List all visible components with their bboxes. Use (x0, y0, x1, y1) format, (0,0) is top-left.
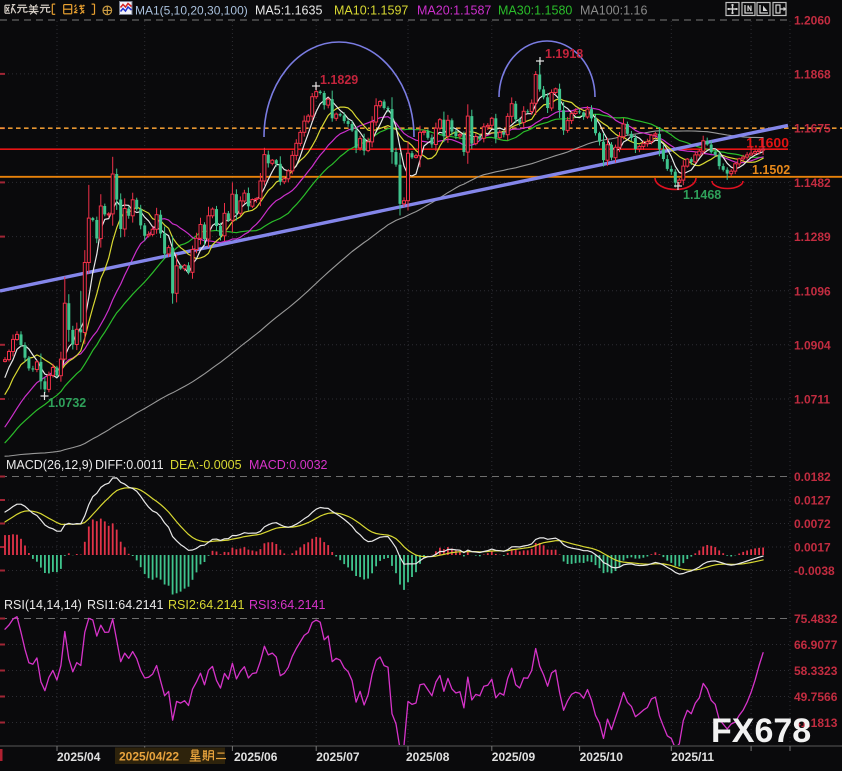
svg-text:RSI2:64.2141: RSI2:64.2141 (168, 598, 244, 612)
svg-text:2025/11: 2025/11 (671, 750, 714, 764)
svg-text:2025/06: 2025/06 (234, 750, 278, 764)
svg-text:-0.0038: -0.0038 (794, 564, 835, 578)
svg-text:DIFF:0.0011: DIFF:0.0011 (95, 458, 164, 472)
svg-text:1.1096: 1.1096 (794, 284, 831, 298)
svg-text:1.2060: 1.2060 (794, 14, 831, 28)
svg-text:2025/07: 2025/07 (316, 750, 360, 764)
svg-text:1.0732: 1.0732 (48, 396, 86, 410)
svg-text:1.1918: 1.1918 (545, 47, 583, 61)
svg-text:49.7566: 49.7566 (794, 690, 838, 704)
svg-text:1.1829: 1.1829 (320, 73, 358, 87)
svg-text:1.1289: 1.1289 (794, 230, 831, 244)
svg-text:1.1502: 1.1502 (752, 163, 790, 177)
svg-text:2025/04: 2025/04 (57, 750, 101, 764)
svg-text:58.3323: 58.3323 (794, 664, 838, 678)
svg-text:1.1675: 1.1675 (794, 122, 831, 136)
svg-text:1.1468: 1.1468 (683, 188, 721, 202)
svg-text:MA1(5,10,20,30,100): MA1(5,10,20,30,100) (135, 4, 248, 18)
svg-text:RSI1:64.2141: RSI1:64.2141 (87, 598, 163, 612)
svg-text:MACD(26,12,9): MACD(26,12,9) (6, 458, 93, 472)
svg-text:1.0904: 1.0904 (794, 338, 831, 352)
svg-text:1.1600: 1.1600 (746, 135, 789, 151)
svg-text:MA20:1.1587: MA20:1.1587 (417, 4, 491, 18)
svg-text:MA100:1.16: MA100:1.16 (580, 4, 647, 18)
svg-text:2025/09: 2025/09 (492, 750, 536, 764)
svg-text:0.0127: 0.0127 (794, 493, 831, 507)
svg-text:DEA:-0.0005: DEA:-0.0005 (170, 458, 242, 472)
svg-text:MACD:0.0032: MACD:0.0032 (249, 458, 328, 472)
svg-text:FX678: FX678 (711, 712, 811, 750)
svg-text:RSI3:64.2141: RSI3:64.2141 (249, 598, 325, 612)
svg-text:0.0182: 0.0182 (794, 470, 831, 484)
svg-text:2025/04/22: 2025/04/22 (119, 750, 179, 764)
svg-text:2025/10: 2025/10 (580, 750, 624, 764)
svg-text:1.0711: 1.0711 (794, 393, 830, 407)
svg-text:75.4832: 75.4832 (794, 612, 838, 626)
svg-text:MA10:1.1597: MA10:1.1597 (334, 4, 408, 18)
svg-text:0.0017: 0.0017 (794, 540, 831, 554)
svg-text:MA30:1.1580: MA30:1.1580 (498, 4, 572, 18)
svg-text:RSI(14,14,14): RSI(14,14,14) (4, 598, 82, 612)
svg-text:0.0072: 0.0072 (794, 517, 831, 531)
svg-text:1.1868: 1.1868 (794, 67, 831, 81)
svg-text:2025/08: 2025/08 (406, 750, 450, 764)
svg-text:MA5:1.1635: MA5:1.1635 (255, 4, 322, 18)
svg-text:66.9077: 66.9077 (794, 638, 838, 652)
svg-text:1.1482: 1.1482 (794, 176, 831, 190)
